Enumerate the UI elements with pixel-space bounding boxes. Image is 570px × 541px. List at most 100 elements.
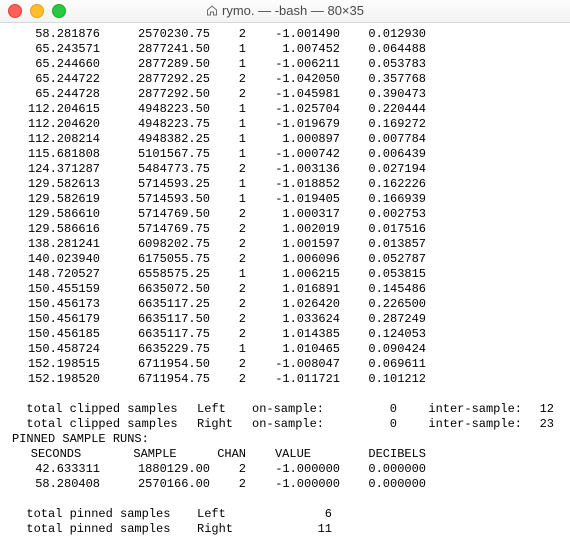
on-sample-label: on-sample: bbox=[252, 417, 347, 432]
zoom-icon[interactable] bbox=[52, 4, 66, 18]
cell: 6635117.25 bbox=[100, 297, 210, 312]
cell: 1.000317 bbox=[246, 207, 340, 222]
on-sample-label: on-sample: bbox=[252, 402, 347, 417]
column-header: DECIBELS bbox=[340, 447, 426, 462]
table-row: 65.2447282877292.502-1.0459810.390473 bbox=[12, 87, 570, 102]
cell: 58.280408 bbox=[12, 477, 100, 492]
cell: 0.064488 bbox=[340, 42, 426, 57]
table-row: 138.2812416098202.7521.0015970.013857 bbox=[12, 237, 570, 252]
value: 11 bbox=[252, 522, 332, 537]
window-title: rymo. — -bash — 80×35 bbox=[222, 3, 364, 18]
traffic-lights bbox=[8, 4, 66, 18]
cell: -1.000000 bbox=[246, 462, 340, 477]
table-row: 65.2447222877292.252-1.0420500.357768 bbox=[12, 72, 570, 87]
cell: 0.220444 bbox=[340, 102, 426, 117]
cell: 0.169272 bbox=[340, 117, 426, 132]
cell: 0.090424 bbox=[340, 342, 426, 357]
cell: 1 bbox=[210, 192, 246, 207]
cell: -1.011721 bbox=[246, 372, 340, 387]
cell: 1.002019 bbox=[246, 222, 340, 237]
cell: 152.198515 bbox=[12, 357, 100, 372]
table-row: 152.1985206711954.752-1.0117210.101212 bbox=[12, 372, 570, 387]
table-row: 150.4561736635117.2521.0264200.226500 bbox=[12, 297, 570, 312]
cell: 42.633311 bbox=[12, 462, 100, 477]
window-titlebar: rymo. — -bash — 80×35 bbox=[0, 0, 570, 23]
cell: -1.018852 bbox=[246, 177, 340, 192]
clipped-summary-line: total clipped samplesRighton-sample:0int… bbox=[12, 417, 570, 432]
cell: 0.007784 bbox=[340, 132, 426, 147]
channel-label: Left bbox=[197, 402, 252, 417]
cell: 2570166.00 bbox=[100, 477, 210, 492]
inter-sample-value: 23 bbox=[522, 417, 554, 432]
cell: 1 bbox=[210, 147, 246, 162]
cell: 1.006096 bbox=[246, 252, 340, 267]
table-row: 148.7205276558575.2511.0062150.053815 bbox=[12, 267, 570, 282]
inter-sample-value: 12 bbox=[522, 402, 554, 417]
inter-sample-label: inter-sample: bbox=[397, 417, 522, 432]
cell: -1.019405 bbox=[246, 192, 340, 207]
cell: 124.371287 bbox=[12, 162, 100, 177]
cell: -1.019679 bbox=[246, 117, 340, 132]
column-header: SECONDS bbox=[12, 447, 100, 462]
table-row: 129.5866165714769.7521.0020190.017516 bbox=[12, 222, 570, 237]
cell: 5484773.75 bbox=[100, 162, 210, 177]
cell: 0.012930 bbox=[340, 27, 426, 42]
cell: 150.456179 bbox=[12, 312, 100, 327]
cell: 0.017516 bbox=[340, 222, 426, 237]
column-header: SAMPLE bbox=[100, 447, 210, 462]
cell: 4948223.75 bbox=[100, 117, 210, 132]
cell: 5714593.50 bbox=[100, 192, 210, 207]
minimize-icon[interactable] bbox=[30, 4, 44, 18]
cell: 150.458724 bbox=[12, 342, 100, 357]
table-row: 129.5866105714769.5021.0003170.002753 bbox=[12, 207, 570, 222]
cell: -1.008047 bbox=[246, 357, 340, 372]
cell: 152.198520 bbox=[12, 372, 100, 387]
table-row: 124.3712875484773.752-1.0031360.027194 bbox=[12, 162, 570, 177]
cell: 2 bbox=[210, 87, 246, 102]
cell: 0.002753 bbox=[340, 207, 426, 222]
cell: 129.586610 bbox=[12, 207, 100, 222]
table-row: 150.4587246635229.7511.0104650.090424 bbox=[12, 342, 570, 357]
table-row: 58.2804082570166.002-1.0000000.000000 bbox=[12, 477, 570, 492]
cell: 0.000000 bbox=[340, 462, 426, 477]
cell: 6175055.75 bbox=[100, 252, 210, 267]
cell: 1 bbox=[210, 342, 246, 357]
cell: -1.025704 bbox=[246, 102, 340, 117]
table-row: 112.2082144948382.2511.0008970.007784 bbox=[12, 132, 570, 147]
cell: 112.204620 bbox=[12, 117, 100, 132]
cell: 115.681808 bbox=[12, 147, 100, 162]
cell: 65.244728 bbox=[12, 87, 100, 102]
cell: 150.456173 bbox=[12, 297, 100, 312]
cell: 148.720527 bbox=[12, 267, 100, 282]
pinned-header: SECONDSSAMPLECHANVALUEDECIBELS bbox=[12, 447, 570, 462]
cell: 129.586616 bbox=[12, 222, 100, 237]
cell: 2 bbox=[210, 237, 246, 252]
cell: 1.000897 bbox=[246, 132, 340, 147]
cell: 0.287249 bbox=[340, 312, 426, 327]
cell: 1.001597 bbox=[246, 237, 340, 252]
channel-label: Right bbox=[197, 417, 252, 432]
cell: 4948382.25 bbox=[100, 132, 210, 147]
pinned-summary-line: total pinned samplesRight11 bbox=[12, 522, 570, 537]
cell: 2877292.50 bbox=[100, 87, 210, 102]
cell: 5714593.25 bbox=[100, 177, 210, 192]
cell: 0.000000 bbox=[340, 477, 426, 492]
home-icon bbox=[206, 4, 218, 19]
table-row: 129.5826195714593.501-1.0194050.166939 bbox=[12, 192, 570, 207]
inter-sample-label: inter-sample: bbox=[397, 402, 522, 417]
close-icon[interactable] bbox=[8, 4, 22, 18]
cell: 6635117.50 bbox=[100, 312, 210, 327]
table-row: 65.2435712877241.5011.0074520.064488 bbox=[12, 42, 570, 57]
label: total clipped samples bbox=[12, 417, 197, 432]
cell: -1.000000 bbox=[246, 477, 340, 492]
cell: 0.053815 bbox=[340, 267, 426, 282]
cell: 112.204615 bbox=[12, 102, 100, 117]
cell: 1.006215 bbox=[246, 267, 340, 282]
cell: 2 bbox=[210, 327, 246, 342]
cell: 65.243571 bbox=[12, 42, 100, 57]
cell: 0.145486 bbox=[340, 282, 426, 297]
cell: 2 bbox=[210, 222, 246, 237]
cell: 138.281241 bbox=[12, 237, 100, 252]
channel-label: Right bbox=[197, 522, 252, 537]
cell: 6635117.75 bbox=[100, 327, 210, 342]
